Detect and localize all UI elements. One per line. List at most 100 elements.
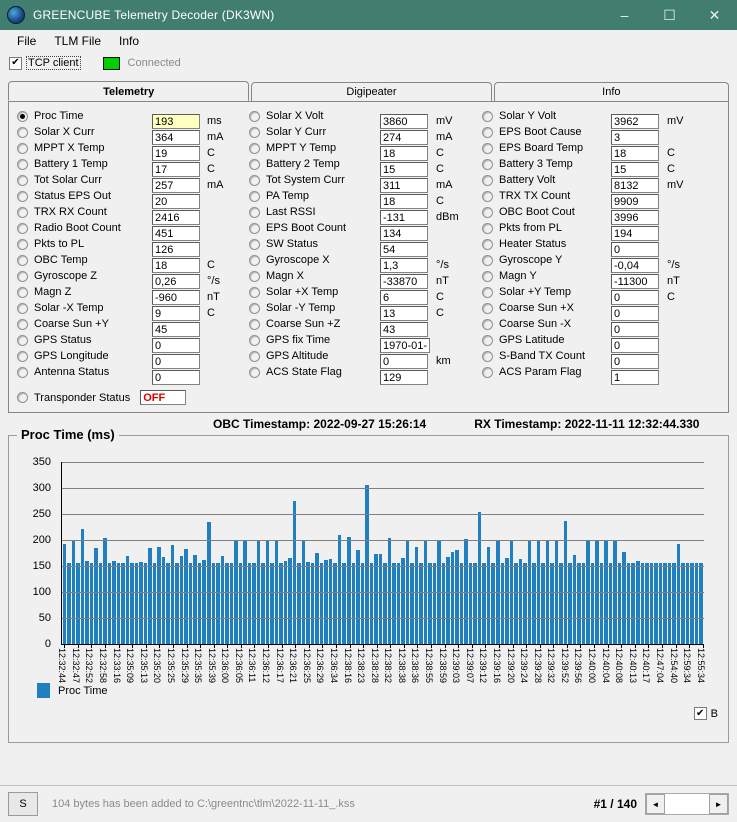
s-button[interactable]: S bbox=[8, 792, 38, 816]
telemetry-value-field[interactable]: 15 bbox=[380, 162, 428, 177]
radio-coarse-sun-y[interactable] bbox=[17, 318, 28, 330]
tcp-client-checkbox[interactable]: ✔ TCP client bbox=[9, 56, 81, 70]
radio-gyroscope-y[interactable] bbox=[482, 254, 493, 266]
telemetry-value-field[interactable]: 0 bbox=[611, 290, 659, 305]
radio-trx-tx-count[interactable] bbox=[482, 190, 493, 202]
radio-obc-boot-cout[interactable] bbox=[482, 206, 493, 218]
telemetry-value-field[interactable]: 2416 bbox=[152, 210, 200, 225]
telemetry-value-field[interactable]: 0 bbox=[611, 242, 659, 257]
telemetry-value-field[interactable]: 1970-01- bbox=[380, 338, 430, 353]
telemetry-value-field[interactable]: 8132 bbox=[611, 178, 659, 193]
radio-magn-y[interactable] bbox=[482, 270, 493, 282]
radio-coarse-sun-x[interactable] bbox=[482, 318, 493, 330]
radio-s-band-tx-count[interactable] bbox=[482, 350, 493, 362]
telemetry-value-field[interactable]: 0 bbox=[152, 338, 200, 353]
telemetry-value-field[interactable]: 1 bbox=[611, 370, 659, 385]
radio-acs-state-flag[interactable] bbox=[249, 366, 260, 378]
radio-magn-x[interactable] bbox=[249, 270, 260, 282]
radio-heater-status[interactable] bbox=[482, 238, 493, 250]
radio-eps-boot-cause[interactable] bbox=[482, 126, 493, 138]
radio-pa-temp[interactable] bbox=[249, 190, 260, 202]
telemetry-value-field[interactable]: 311 bbox=[380, 178, 428, 193]
telemetry-value-field[interactable]: 0 bbox=[611, 322, 659, 337]
telemetry-value-field[interactable]: -33870 bbox=[380, 274, 428, 289]
menu-item-tlm-file[interactable]: TLM File bbox=[45, 32, 110, 50]
telemetry-value-field[interactable]: 18 bbox=[152, 258, 200, 273]
telemetry-value-field[interactable]: 54 bbox=[380, 242, 428, 257]
radio-pkts-from-pl[interactable] bbox=[482, 222, 493, 234]
tab-info[interactable]: Info bbox=[493, 82, 729, 101]
telemetry-value-field[interactable]: 18 bbox=[380, 146, 428, 161]
maximize-icon[interactable]: ☐ bbox=[647, 0, 692, 30]
telemetry-value-field[interactable]: 3 bbox=[611, 130, 659, 145]
telemetry-value-field[interactable]: 13 bbox=[380, 306, 428, 321]
radio-transponder-status[interactable] bbox=[17, 392, 28, 403]
minimize-icon[interactable]: – bbox=[602, 0, 647, 30]
radio-solar-x-temp[interactable] bbox=[17, 302, 28, 314]
radio-gps-latitude[interactable] bbox=[482, 334, 493, 346]
telemetry-value-field[interactable]: 451 bbox=[152, 226, 200, 241]
radio-tot-system-curr[interactable] bbox=[249, 174, 260, 186]
scroll-left-arrow-icon[interactable]: ◄ bbox=[646, 794, 665, 814]
telemetry-value-field[interactable]: 0 bbox=[380, 354, 428, 369]
radio-solar-y-temp[interactable] bbox=[249, 302, 260, 314]
telemetry-value-field[interactable]: 3860 bbox=[380, 114, 428, 129]
radio-battery-3-temp[interactable] bbox=[482, 158, 493, 170]
radio-sw-status[interactable] bbox=[249, 238, 260, 250]
telemetry-value-field[interactable]: 134 bbox=[380, 226, 428, 241]
telemetry-value-field[interactable]: 0 bbox=[611, 354, 659, 369]
tab-digipeater[interactable]: Digipeater bbox=[251, 82, 492, 101]
telemetry-value-field[interactable]: 129 bbox=[380, 370, 428, 385]
radio-status-eps-out[interactable] bbox=[17, 190, 28, 202]
telemetry-value-field[interactable]: -960 bbox=[152, 290, 200, 305]
radio-last-rssi[interactable] bbox=[249, 206, 260, 218]
telemetry-value-field[interactable]: 257 bbox=[152, 178, 200, 193]
radio-solar-y-volt[interactable] bbox=[482, 110, 493, 122]
tab-telemetry[interactable]: Telemetry bbox=[8, 81, 250, 101]
radio-battery-2-temp[interactable] bbox=[249, 158, 260, 170]
telemetry-value-field[interactable]: 9909 bbox=[611, 194, 659, 209]
telemetry-value-field[interactable]: 0 bbox=[152, 354, 200, 369]
radio-battery-volt[interactable] bbox=[482, 174, 493, 186]
menu-item-info[interactable]: Info bbox=[110, 32, 148, 50]
telemetry-value-field[interactable]: 19 bbox=[152, 146, 200, 161]
telemetry-value-field[interactable]: 6 bbox=[380, 290, 428, 305]
telemetry-value-field[interactable]: -0,04 bbox=[611, 258, 659, 273]
telemetry-value-field[interactable]: 274 bbox=[380, 130, 428, 145]
radio-coarse-sun-x[interactable] bbox=[482, 302, 493, 314]
radio-gps-fix-time[interactable] bbox=[249, 334, 260, 346]
close-icon[interactable]: ✕ bbox=[692, 0, 737, 30]
telemetry-value-field[interactable]: 193 bbox=[152, 114, 200, 129]
radio-gps-altitude[interactable] bbox=[249, 350, 260, 362]
telemetry-value-field[interactable]: 0,26 bbox=[152, 274, 200, 289]
radio-pkts-to-pl[interactable] bbox=[17, 238, 28, 250]
radio-radio-boot-count[interactable] bbox=[17, 222, 28, 234]
telemetry-value-field[interactable]: 20 bbox=[152, 194, 200, 209]
radio-obc-temp[interactable] bbox=[17, 254, 28, 266]
telemetry-value-field[interactable]: 45 bbox=[152, 322, 200, 337]
radio-eps-boot-count[interactable] bbox=[249, 222, 260, 234]
radio-gps-status[interactable] bbox=[17, 334, 28, 346]
telemetry-value-field[interactable]: 9 bbox=[152, 306, 200, 321]
radio-tot-solar-curr[interactable] bbox=[17, 174, 28, 186]
menu-item-file[interactable]: File bbox=[8, 32, 45, 50]
telemetry-value-field[interactable]: 43 bbox=[380, 322, 428, 337]
telemetry-value-field[interactable]: 0 bbox=[611, 306, 659, 321]
radio-battery-1-temp[interactable] bbox=[17, 158, 28, 170]
scrollbar-track[interactable] bbox=[665, 794, 709, 814]
radio-trx-rx-count[interactable] bbox=[17, 206, 28, 218]
radio-proc-time[interactable] bbox=[17, 110, 28, 122]
radio-gyroscope-z[interactable] bbox=[17, 270, 28, 282]
radio-gyroscope-x[interactable] bbox=[249, 254, 260, 266]
radio-coarse-sun-z[interactable] bbox=[249, 318, 260, 330]
radio-mppt-x-temp[interactable] bbox=[17, 142, 28, 154]
radio-solar-y-curr[interactable] bbox=[249, 126, 260, 138]
telemetry-value-field[interactable]: 3996 bbox=[611, 210, 659, 225]
telemetry-value-field[interactable]: 126 bbox=[152, 242, 200, 257]
telemetry-value-field[interactable]: 194 bbox=[611, 226, 659, 241]
telemetry-value-field[interactable]: 17 bbox=[152, 162, 200, 177]
radio-solar-x-curr[interactable] bbox=[17, 126, 28, 138]
radio-antenna-status[interactable] bbox=[17, 366, 28, 378]
telemetry-value-field[interactable]: 18 bbox=[380, 194, 428, 209]
radio-mppt-y-temp[interactable] bbox=[249, 142, 260, 154]
